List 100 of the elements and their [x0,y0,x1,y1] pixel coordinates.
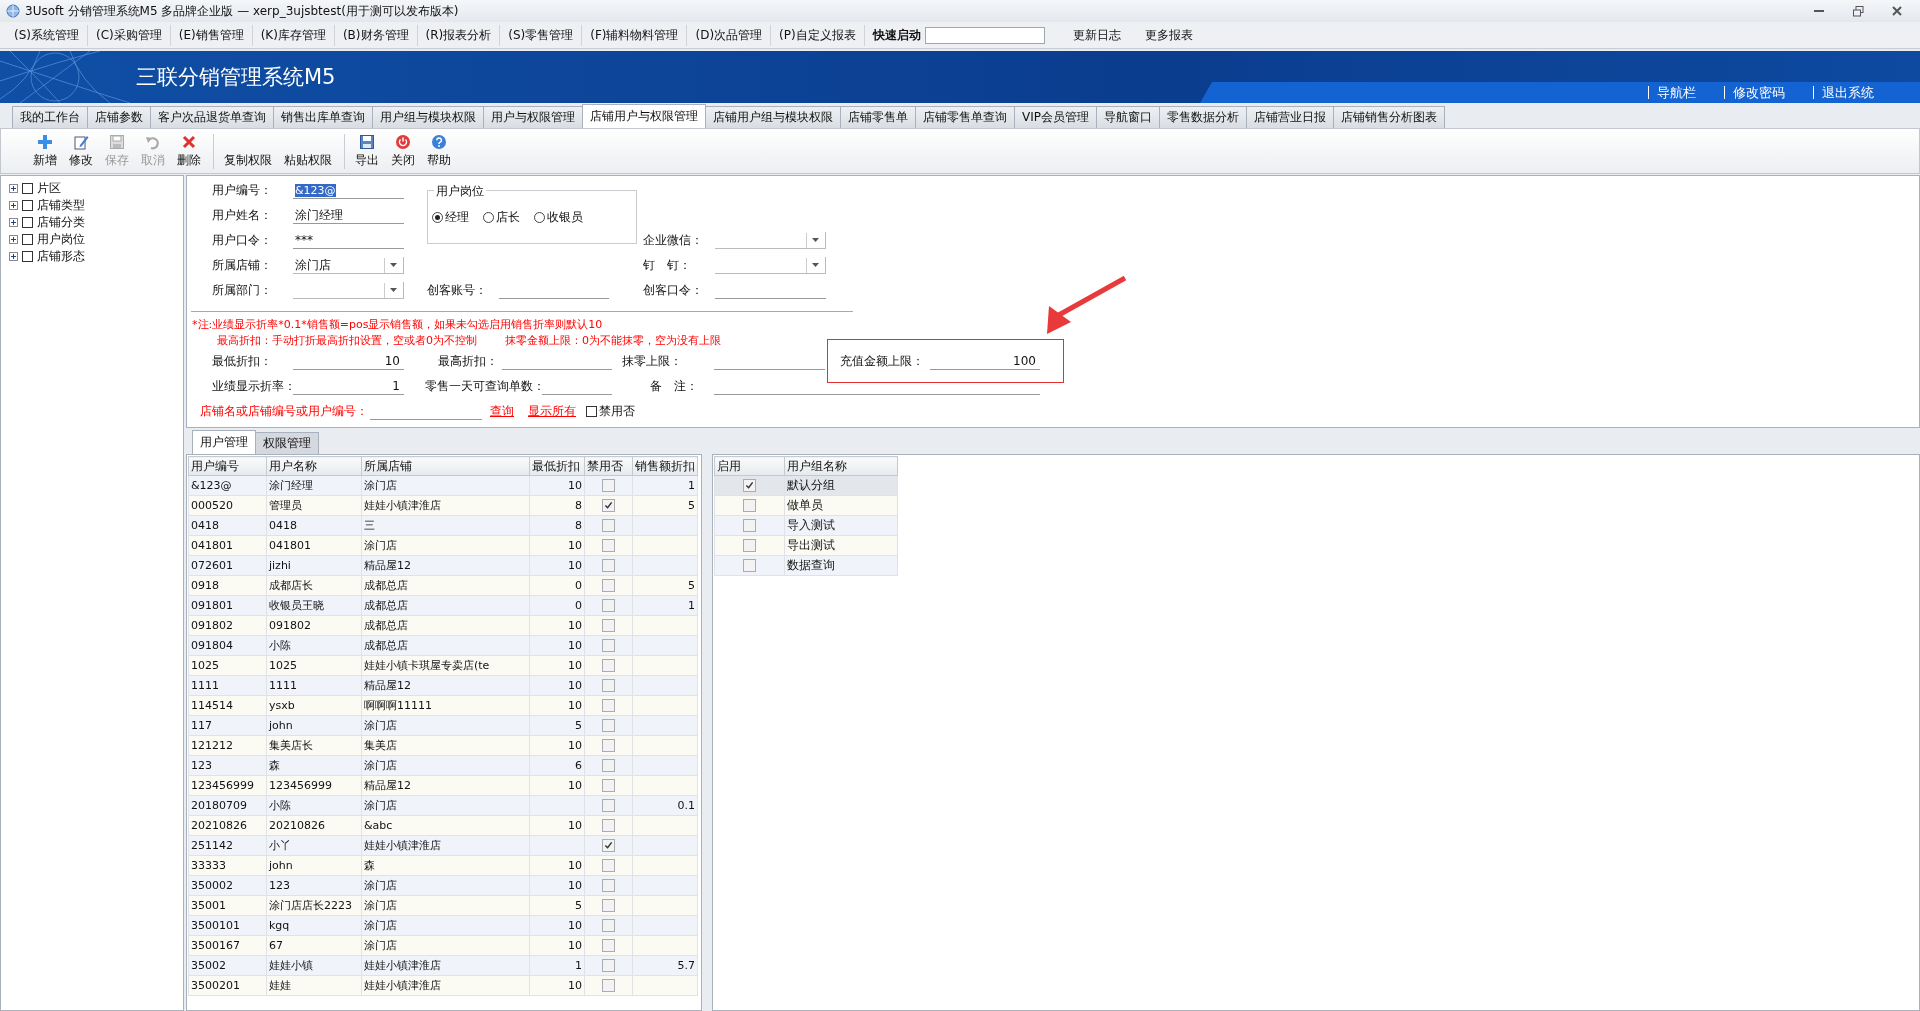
menu-item[interactable]: 更新日志 [1060,24,1133,46]
menu-item[interactable]: (E)销售管理 [170,24,253,46]
header-link[interactable]: 导航栏 [1648,86,1706,99]
input-field[interactable]: 10 [293,353,404,370]
checkbox[interactable] [602,499,615,513]
menu-item[interactable]: (D)次品管理 [687,24,772,46]
checkbox[interactable] [602,799,615,813]
checkbox[interactable] [602,679,615,693]
dropdown-field[interactable]: 涂门店 [293,257,404,274]
checkbox[interactable] [602,899,615,913]
menu-item[interactable]: (S)系统管理 [6,24,88,46]
show-all-link[interactable]: 显示所有 [528,403,576,420]
password-field[interactable]: *** [293,232,404,249]
checkbox[interactable] [602,859,615,873]
column-header[interactable]: 启用 [714,456,785,476]
tab[interactable]: 用户管理 [192,430,256,454]
tab[interactable]: 店铺销售分析图表 [1333,106,1445,128]
checkbox[interactable] [602,539,615,553]
column-header[interactable]: 禁用否 [584,456,633,476]
tab[interactable]: 店铺参数 [87,106,151,128]
checkbox[interactable] [22,234,33,245]
tab[interactable]: 权限管理 [255,432,319,454]
checkbox[interactable] [22,200,33,211]
toolbar-button[interactable]: 粘贴权限 [278,134,338,169]
checkbox[interactable] [586,406,597,417]
tree-item[interactable]: 店铺形态 [37,248,85,265]
close-icon[interactable] [1892,6,1902,16]
checkbox[interactable] [602,719,615,733]
checkbox[interactable] [602,759,615,773]
checkbox[interactable] [743,479,756,493]
checkbox[interactable] [602,839,615,853]
checkbox[interactable] [743,519,756,533]
tab[interactable]: VIP会员管理 [1014,106,1097,128]
toolbar-button[interactable]: 导出 [344,134,385,169]
toolbar-button[interactable]: 新增 [27,134,63,169]
toolbar-button[interactable]: 帮助 [421,134,457,169]
toolbar-button[interactable]: 关闭 [385,134,421,169]
column-header[interactable]: 用户组名称 [784,456,898,476]
checkbox[interactable] [602,979,615,993]
menu-item[interactable]: (K)库存管理 [252,24,335,46]
tree-item[interactable]: 用户岗位 [37,231,85,248]
radio-option[interactable]: 经理 [432,209,469,226]
expand-icon[interactable] [9,235,18,244]
checkbox[interactable] [602,659,615,673]
checkbox[interactable] [602,959,615,973]
toolbar-button[interactable]: 删除 [171,134,207,169]
tab[interactable]: 店铺零售单查询 [915,106,1015,128]
tree-item[interactable]: 店铺类型 [37,197,85,214]
checkbox[interactable] [602,559,615,573]
expand-icon[interactable] [9,252,18,261]
input-field[interactable]: 100 [930,352,1040,370]
menu-item[interactable]: 更多报表 [1132,24,1205,46]
checkbox[interactable] [743,539,756,553]
input-field[interactable]: &123@ [293,182,404,199]
tree-item[interactable]: 店铺分类 [37,214,85,231]
column-header[interactable]: 用户名称 [266,456,362,476]
menu-item[interactable]: (R)报表分析 [417,24,501,46]
checkbox[interactable] [602,879,615,893]
minimize-icon[interactable] [1814,9,1824,13]
checkbox[interactable] [602,479,615,493]
expand-icon[interactable] [9,218,18,227]
tab[interactable]: 客户次品退货单查询 [150,106,274,128]
checkbox[interactable] [602,599,615,613]
column-header[interactable]: 用户编号 [188,456,267,476]
menu-item[interactable]: (S)零售管理 [500,24,583,46]
checkbox[interactable] [602,699,615,713]
tree-item[interactable]: 片区 [37,180,61,197]
tab[interactable]: 店铺用户组与模块权限 [705,106,841,128]
checkbox[interactable] [602,619,615,633]
tab[interactable]: 销售出库单查询 [273,106,373,128]
quick-launch-field[interactable] [924,26,1045,44]
tab[interactable]: 用户组与模块权限 [372,106,484,128]
checkbox[interactable] [602,779,615,793]
checkbox[interactable] [602,579,615,593]
checkbox[interactable] [602,919,615,933]
input-field[interactable]: 涂门经理 [293,207,404,224]
header-link[interactable]: 修改密码 [1724,86,1795,99]
checkbox[interactable] [743,559,756,573]
toolbar-button[interactable]: 修改 [63,134,99,169]
tab[interactable]: 店铺用户与权限管理 [582,104,706,128]
checkbox[interactable] [22,183,33,194]
restore-icon[interactable] [1852,5,1864,17]
query-link[interactable]: 查询 [490,403,514,420]
tab[interactable]: 零售数据分析 [1159,106,1247,128]
tab[interactable]: 导航窗口 [1096,106,1160,128]
expand-icon[interactable] [9,201,18,210]
tab[interactable]: 我的工作台 [12,106,88,128]
column-header[interactable]: 所属店铺 [361,456,530,476]
checkbox[interactable] [22,251,33,262]
menu-item[interactable]: (P)自定义报表 [771,24,865,46]
header-link[interactable]: 退出系统 [1813,86,1884,99]
checkbox[interactable] [602,639,615,653]
column-header[interactable]: 最低折扣 [529,456,585,476]
radio-option[interactable]: 收银员 [534,209,583,226]
tab[interactable]: 店铺零售单 [840,106,916,128]
checkbox[interactable] [602,939,615,953]
column-header[interactable]: 销售额折扣 [632,456,698,476]
checkbox[interactable] [22,217,33,228]
dropdown-field[interactable] [715,232,826,249]
input-field[interactable]: 1 [293,378,404,395]
